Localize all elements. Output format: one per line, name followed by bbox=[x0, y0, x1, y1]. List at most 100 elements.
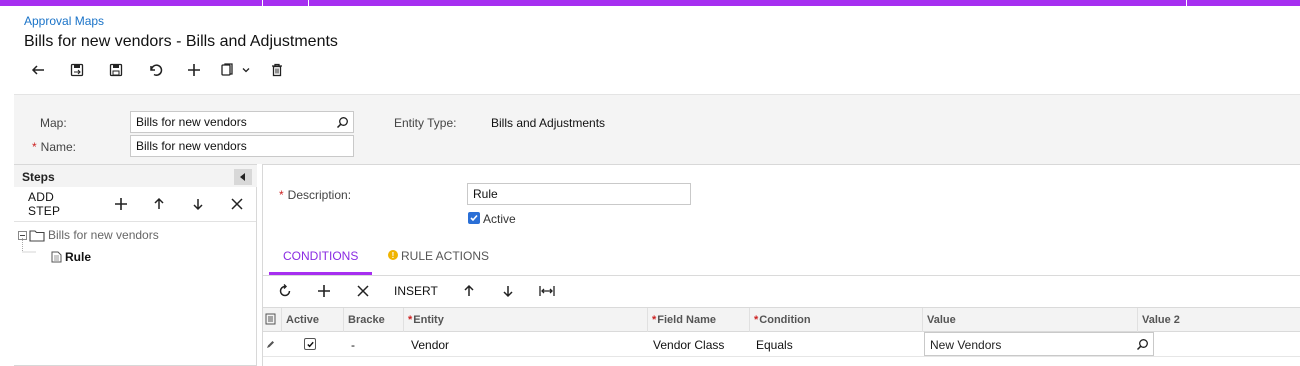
required-marker: * bbox=[32, 140, 37, 154]
files-icon bbox=[265, 313, 276, 325]
delete-button[interactable] bbox=[257, 58, 296, 82]
add-icon bbox=[187, 64, 200, 76]
column-active-header[interactable]: Active bbox=[281, 308, 343, 332]
main-toolbar bbox=[18, 58, 296, 82]
map-selector[interactable]: Bills for new vendors bbox=[130, 111, 354, 133]
arrow-down-icon bbox=[503, 285, 513, 297]
tree-node-rule[interactable]: Rule bbox=[51, 250, 91, 264]
refresh-button[interactable] bbox=[265, 279, 304, 303]
checkmark-icon bbox=[306, 341, 314, 347]
row-down-button[interactable] bbox=[489, 279, 528, 303]
column-field-name-header[interactable]: *Field Name bbox=[647, 308, 749, 332]
required-marker: * bbox=[408, 314, 413, 326]
add-button[interactable] bbox=[174, 58, 213, 82]
entity-type-label: Entity Type: bbox=[394, 116, 457, 130]
save-and-close-button[interactable] bbox=[57, 58, 96, 82]
description-value: Rule bbox=[473, 187, 498, 201]
steps-tree: Bills for new vendors Rule bbox=[14, 221, 256, 366]
column-files-header[interactable] bbox=[263, 308, 281, 332]
name-field[interactable]: Bills for new vendors bbox=[130, 135, 354, 157]
copy-paste-icon bbox=[221, 63, 233, 76]
column-condition-header[interactable]: *Condition bbox=[749, 308, 922, 332]
table-row[interactable]: - Vendor Vendor Class Equals New Vendors bbox=[263, 332, 1300, 357]
arrow-up-icon bbox=[464, 284, 474, 296]
row-field-name-cell[interactable]: Vendor Class bbox=[649, 332, 728, 357]
row-edit-indicator bbox=[263, 332, 281, 357]
delete-step-button[interactable] bbox=[217, 192, 256, 216]
steps-title: Steps bbox=[22, 170, 55, 184]
save-and-close-icon bbox=[70, 63, 83, 77]
row-entity-cell[interactable]: Vendor bbox=[407, 332, 453, 357]
delete-icon bbox=[271, 63, 282, 77]
delete-row-button[interactable] bbox=[343, 279, 382, 303]
insert-button[interactable]: INSERT bbox=[382, 284, 450, 298]
fit-columns-button[interactable] bbox=[528, 279, 567, 303]
document-icon bbox=[51, 251, 62, 263]
rule-details-panel: * Description: Rule Active CONDITIONS ! R… bbox=[262, 164, 1300, 366]
copy-paste-menu-button[interactable] bbox=[213, 58, 257, 82]
undo-button[interactable] bbox=[135, 58, 174, 82]
caret-left-icon bbox=[240, 173, 245, 181]
top-nav-separator bbox=[262, 0, 263, 6]
name-label: * Name: bbox=[32, 140, 77, 154]
required-marker: * bbox=[652, 314, 657, 326]
map-label: Map: bbox=[40, 116, 67, 130]
tab-conditions-label: CONDITIONS bbox=[283, 249, 359, 263]
add-icon bbox=[114, 198, 127, 210]
active-label: Active bbox=[483, 212, 516, 226]
breadcrumb-approval-maps[interactable]: Approval Maps bbox=[24, 14, 104, 28]
name-value: Bills for new vendors bbox=[136, 139, 247, 153]
row-value-selector[interactable]: New Vendors bbox=[924, 332, 1154, 356]
top-nav-separator bbox=[1186, 0, 1187, 6]
description-label: * Description: bbox=[279, 188, 352, 202]
column-value2-header[interactable]: Value 2 bbox=[1137, 308, 1300, 332]
move-up-button[interactable] bbox=[140, 192, 179, 216]
row-value-text: New Vendors bbox=[930, 338, 1002, 352]
add-step-button[interactable]: ADD STEP bbox=[14, 190, 101, 218]
steps-toolbar: ADD STEP bbox=[14, 190, 256, 218]
warning-icon: ! bbox=[388, 250, 398, 260]
chevron-down-icon bbox=[242, 68, 250, 73]
row-condition-cell[interactable]: Equals bbox=[752, 332, 797, 357]
add-icon bbox=[317, 284, 330, 297]
description-field[interactable]: Rule bbox=[467, 183, 691, 205]
entity-type-value: Bills and Adjustments bbox=[491, 116, 606, 130]
row-up-button[interactable] bbox=[450, 279, 489, 303]
tab-conditions[interactable]: CONDITIONS bbox=[269, 249, 373, 275]
back-button[interactable] bbox=[18, 58, 57, 82]
undo-icon bbox=[149, 64, 162, 76]
required-marker: * bbox=[279, 188, 284, 202]
save-icon bbox=[109, 63, 122, 77]
page-title: Bills for new vendors - Bills and Adjust… bbox=[24, 33, 338, 50]
refresh-icon bbox=[279, 283, 290, 296]
active-checkbox[interactable] bbox=[468, 212, 480, 224]
save-button[interactable] bbox=[96, 58, 135, 82]
grid-header: Active Bracke *Entity *Field Name *Condi… bbox=[263, 307, 1300, 332]
collapse-panel-button[interactable] bbox=[234, 169, 252, 185]
move-down-button[interactable] bbox=[179, 192, 218, 216]
tab-rule-actions-label: RULE ACTIONS bbox=[401, 249, 490, 263]
arrow-down-icon bbox=[193, 199, 203, 211]
back-icon bbox=[31, 65, 44, 75]
tree-connector bbox=[22, 238, 37, 253]
row-active-checkbox[interactable] bbox=[304, 338, 316, 350]
column-value-header[interactable]: Value bbox=[922, 308, 1137, 332]
arrow-up-icon bbox=[154, 197, 164, 209]
top-nav-separator bbox=[308, 0, 309, 6]
checkmark-icon bbox=[470, 214, 478, 222]
pencil-icon bbox=[267, 341, 274, 348]
tab-rule-actions[interactable]: ! RULE ACTIONS bbox=[388, 249, 489, 275]
close-icon bbox=[231, 198, 243, 210]
column-entity-header[interactable]: *Entity bbox=[403, 308, 647, 332]
tree-leaf-label: Rule bbox=[65, 250, 92, 264]
close-icon bbox=[356, 284, 369, 297]
add-step-plus-button[interactable] bbox=[101, 192, 140, 216]
row-brackets-cell[interactable]: - bbox=[347, 332, 359, 357]
header-form: Map: Bills for new vendors * Name: Bills … bbox=[14, 94, 1300, 164]
steps-panel: Steps ADD STEP Bills for new vendors Rul… bbox=[14, 164, 257, 366]
add-row-button[interactable] bbox=[304, 279, 343, 303]
column-brackets-header[interactable]: Bracke bbox=[343, 308, 403, 332]
row-value2-cell[interactable] bbox=[1141, 332, 1149, 357]
map-value: Bills for new vendors bbox=[136, 115, 247, 129]
search-icon[interactable] bbox=[336, 116, 349, 129]
